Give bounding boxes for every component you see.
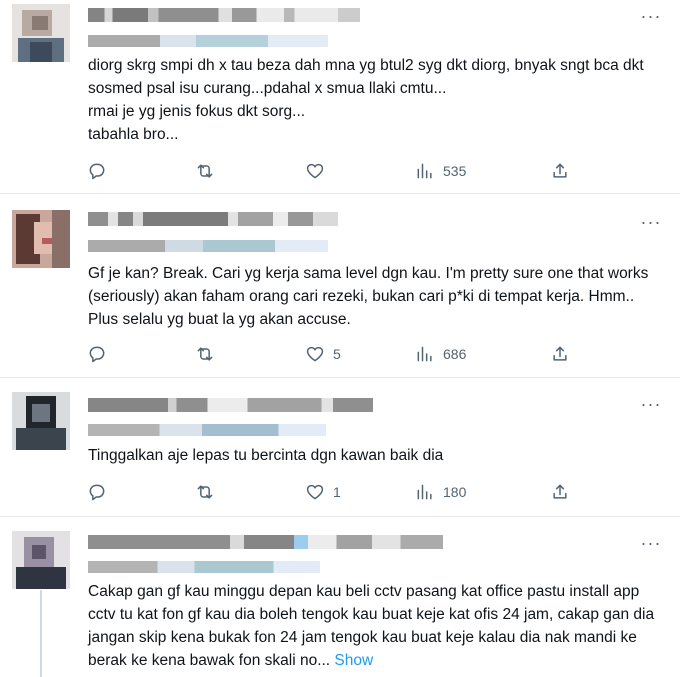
- avatar[interactable]: [12, 210, 70, 268]
- heart-icon: [306, 346, 324, 362]
- reply-icon: [89, 484, 105, 501]
- tweet-actions: 535: [85, 159, 585, 183]
- reply-button[interactable]: [87, 342, 107, 366]
- views-button[interactable]: 535: [415, 159, 466, 183]
- views-button[interactable]: 180: [415, 480, 466, 504]
- retweet-button[interactable]: [195, 480, 215, 504]
- tweet[interactable]: ··· Cakap gan gf kau minggu depan kau be…: [0, 517, 680, 677]
- retweet-icon: [197, 164, 213, 178]
- share-button[interactable]: [550, 480, 570, 504]
- author-handle-redacted[interactable]: [88, 424, 326, 436]
- retweet-icon: [197, 347, 213, 361]
- retweet-button[interactable]: [195, 159, 215, 183]
- author-name-redacted[interactable]: [88, 212, 338, 226]
- reply-button[interactable]: [87, 480, 107, 504]
- like-button[interactable]: [305, 159, 333, 183]
- author-name-redacted[interactable]: [88, 398, 373, 412]
- views-button[interactable]: 686: [415, 342, 466, 366]
- like-button[interactable]: 1: [305, 480, 341, 504]
- share-button[interactable]: [550, 159, 570, 183]
- views-icon: [417, 163, 432, 179]
- view-count: 686: [443, 346, 467, 362]
- share-icon: [553, 484, 567, 499]
- retweet-icon: [197, 485, 213, 499]
- author-handle-redacted[interactable]: [88, 35, 328, 47]
- retweet-button[interactable]: [195, 342, 215, 366]
- reply-icon: [89, 163, 105, 180]
- share-button[interactable]: [550, 342, 570, 366]
- show-more-link[interactable]: Show: [330, 652, 373, 669]
- author-handle-redacted[interactable]: [88, 561, 320, 573]
- more-icon[interactable]: ···: [636, 6, 666, 26]
- more-icon[interactable]: ···: [636, 394, 666, 414]
- share-icon: [553, 163, 567, 178]
- tweet-text: Tinggalkan aje lepas tu bercinta dgn kaw…: [88, 447, 444, 464]
- avatar[interactable]: [12, 4, 70, 62]
- reply-icon: [89, 346, 105, 363]
- avatar[interactable]: [12, 392, 70, 450]
- author-name-redacted[interactable]: [88, 8, 360, 22]
- view-count: 180: [443, 484, 467, 500]
- view-count: 535: [443, 163, 467, 179]
- tweet[interactable]: ··· Tinggalkan aje lepas tu bercinta dgn…: [0, 378, 680, 517]
- tweet-text: diorg skrg smpi dh x tau beza dah mna yg…: [88, 57, 644, 143]
- author-handle-redacted[interactable]: [88, 240, 328, 252]
- heart-icon: [306, 163, 324, 179]
- tweet[interactable]: ··· Gf je kan? Break. Cari yg kerja sama…: [0, 194, 680, 378]
- more-icon[interactable]: ···: [636, 533, 666, 553]
- heart-icon: [306, 484, 324, 500]
- like-count: 1: [333, 484, 341, 500]
- thread-line: [40, 590, 42, 677]
- tweet[interactable]: ··· diorg skrg smpi dh x tau beza dah mn…: [0, 0, 680, 194]
- like-count: 5: [333, 346, 341, 362]
- like-button[interactable]: 5: [305, 342, 341, 366]
- tweet-actions: 5 686: [85, 342, 585, 366]
- tweet-text: Gf je kan? Break. Cari yg kerja sama lev…: [88, 265, 649, 328]
- tweet-text: Cakap gan gf kau minggu depan kau beli c…: [88, 580, 660, 672]
- reply-button[interactable]: [87, 159, 107, 183]
- tweet-actions: 1 180: [85, 480, 585, 504]
- share-icon: [553, 346, 567, 361]
- views-icon: [417, 346, 432, 362]
- avatar[interactable]: [12, 531, 70, 589]
- author-name-redacted[interactable]: [88, 535, 443, 549]
- more-icon[interactable]: ···: [636, 212, 666, 232]
- views-icon: [417, 484, 432, 500]
